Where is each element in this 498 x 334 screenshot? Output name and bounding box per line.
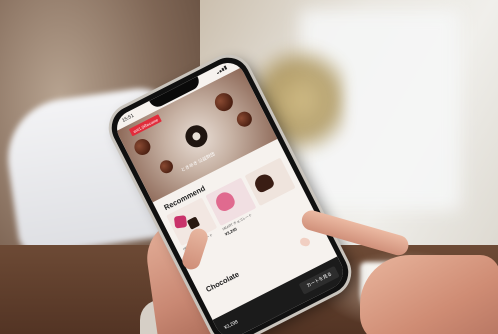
signal-icon (216, 64, 230, 74)
bottom-price: ¥3,298 (223, 319, 239, 331)
right-hand (360, 255, 498, 334)
chocolate-image (131, 136, 154, 158)
view-cart-button[interactable]: カートを見る (298, 265, 340, 295)
chocolate-image (234, 109, 255, 130)
hero-caption: ときめき 公益財団 (180, 151, 216, 173)
photo-scene: 15:51 ent1.0Recome ときめき 公益財団 Recommend H… (0, 0, 498, 334)
chocolate-image (211, 89, 236, 115)
chocolate-image (157, 157, 176, 176)
chocolate-title: Chocolate (204, 269, 241, 295)
brand-logo-icon (181, 121, 212, 152)
